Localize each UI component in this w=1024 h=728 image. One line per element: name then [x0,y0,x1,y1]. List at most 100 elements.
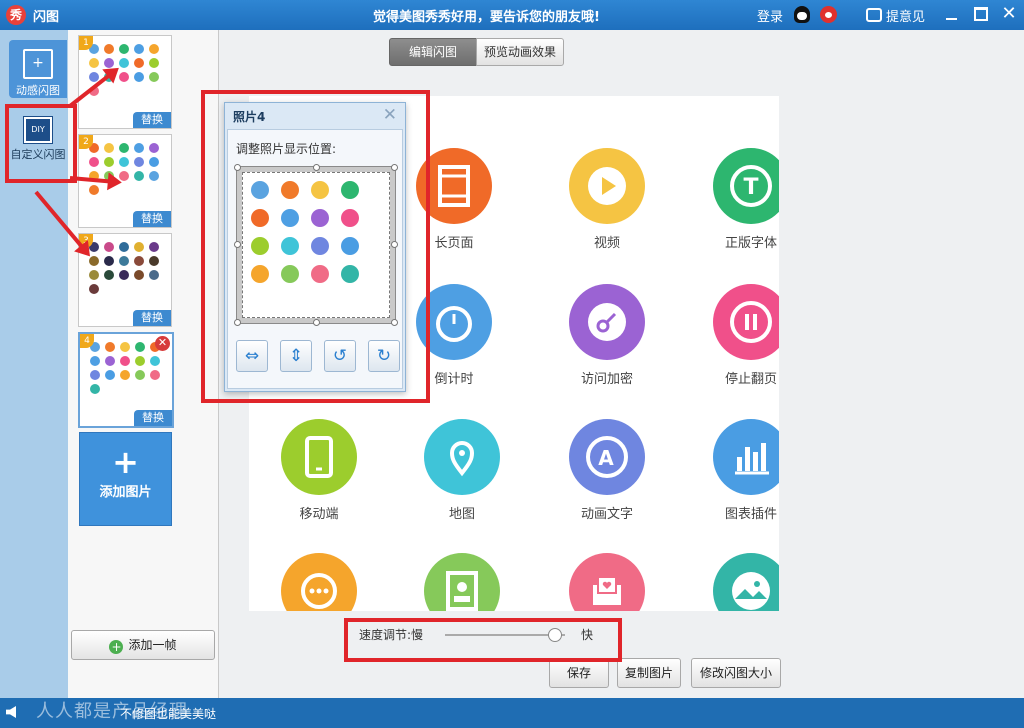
thumbnail-dot [104,242,114,252]
svg-text:T: T [743,175,758,200]
qq-icon[interactable] [794,6,810,23]
thumbnail-dot [120,370,130,380]
replace-button[interactable]: 替换 [134,410,172,426]
frame-thumbnail-1[interactable]: 1 替换 [78,35,172,129]
feature-chart-plugin: 图表插件 [691,419,779,522]
chat-bubble-icon [281,553,357,611]
thumbnail-dot [149,270,159,280]
minimize-button[interactable] [944,6,960,22]
frame-list: 1 替换 2 替换 3 替换 4 ✕ 替换 + 添加图片 +添加一帧 [68,30,219,698]
close-window-button[interactable]: ✕ [1001,5,1017,23]
map-pin-icon [424,419,500,495]
replace-button[interactable]: 替换 [133,112,171,128]
thumbnail-dot [104,44,114,54]
maximize-button[interactable] [973,6,989,22]
feature-comment [259,553,379,611]
thumbnail-dot [119,270,129,280]
green-plus-icon: + [109,640,124,654]
feature-gallery [691,553,779,611]
title-bar: 秀 闪图 觉得美图秀秀好用，要告诉您的朋友哦! 登录 提意见 ✕ [0,0,1024,30]
thumbnail-dot [120,356,130,366]
thumbnail-dot [134,72,144,82]
add-frame-label: 添加一帧 [128,638,177,652]
feature-label: 视频 [593,236,620,251]
bar-chart-icon [713,419,779,495]
thumbnail-dot [90,356,100,366]
speaker-icon [6,706,16,718]
replace-button[interactable]: 替换 [133,310,171,326]
tab-edit-flash[interactable]: 编辑闪图 [389,38,477,66]
feature-label: 停止翻页 [724,372,777,387]
speech-bubble-icon [866,8,882,22]
thumbnail-dot [119,58,129,68]
replace-button[interactable]: 替换 [133,211,171,227]
editor-tabs: 编辑闪图 预览动画效果 [389,38,564,66]
app-logo-icon: 秀 [6,5,26,25]
feature-video: 视频 [547,148,667,251]
weibo-icon[interactable] [820,6,837,23]
feature-access-lock: 访问加密 [547,284,667,387]
thumbnail-dot [104,157,114,167]
feature-contact [402,553,522,611]
thumbnail-dot [134,58,144,68]
thumbnail-dot [119,143,129,153]
mode-dynamic-flash[interactable]: + 动感闪图 [9,40,67,98]
thumbnail-dot [89,270,99,280]
add-image-button[interactable]: + 添加图片 [79,432,172,526]
thumbnail-dot [149,58,159,68]
thumbnail-dot [149,157,159,167]
thumbnail-dot [104,256,114,266]
app-title: 闪图 [33,10,60,25]
plus-icon: + [112,443,139,481]
thumbnail-image [89,44,165,96]
login-link[interactable]: 登录 [757,6,783,25]
thumbnail-dot [119,44,129,54]
feature-animated-text: A 动画文字 [547,419,667,522]
feedback-label: 提意见 [886,10,926,25]
add-image-label: 添加图片 [99,485,152,500]
thumbnail-dot [134,242,144,252]
thumbnail-dot [135,370,145,380]
feature-label: 图表插件 [724,507,777,522]
feature-map: 地图 [402,419,522,522]
thumbnail-dot [89,256,99,266]
feature-licensed-font: T 正版字体 [691,148,779,251]
feature-label: 正版字体 [724,236,777,251]
feedback-link[interactable]: 提意见 [866,6,925,25]
feature-mobile: 移动端 [259,419,379,522]
feature-stop-flip: 停止翻页 [691,284,779,387]
annotation-box-mode [5,104,77,183]
thumbnail-dot [104,143,114,153]
animated-text-icon: A [569,419,645,495]
thumbnail-dot [119,157,129,167]
save-button[interactable]: 保存 [549,658,609,688]
thumbnail-dot [105,342,115,352]
envelope-heart-icon [569,553,645,611]
thumbnail-dot [89,157,99,167]
thumbnail-dot [149,171,159,181]
thumbnail-image [89,143,165,195]
thumbnail-dot [135,356,145,366]
thumbnail-image [89,242,165,294]
thumbnail-dot [134,44,144,54]
thumbnail-dot [90,370,100,380]
thumbnail-dot [105,370,115,380]
thumbnail-dot [134,171,144,181]
annotation-box-speed [344,618,622,662]
thumbnail-dot [149,242,159,252]
add-frame-button[interactable]: + 添加一帧 [71,630,215,660]
thumbnail-dot [149,256,159,266]
annotation-box-photo-panel [201,90,430,403]
contact-card-icon [424,553,500,611]
copy-image-button[interactable]: 复制图片 [617,658,681,688]
thumbnail-dot [90,384,100,394]
remove-frame-button[interactable]: ✕ [155,336,170,351]
video-play-icon [569,148,645,224]
resize-flash-button[interactable]: 修改闪图大小 [691,658,781,688]
tab-preview-animation[interactable]: 预览动画效果 [476,38,564,66]
thumbnail-dot [119,256,129,266]
svg-text:A: A [598,446,614,470]
thumbnail-dot [120,342,130,352]
frame-thumbnail-4[interactable]: 4 ✕ 替换 [78,332,174,428]
thumbnail-dot [149,143,159,153]
